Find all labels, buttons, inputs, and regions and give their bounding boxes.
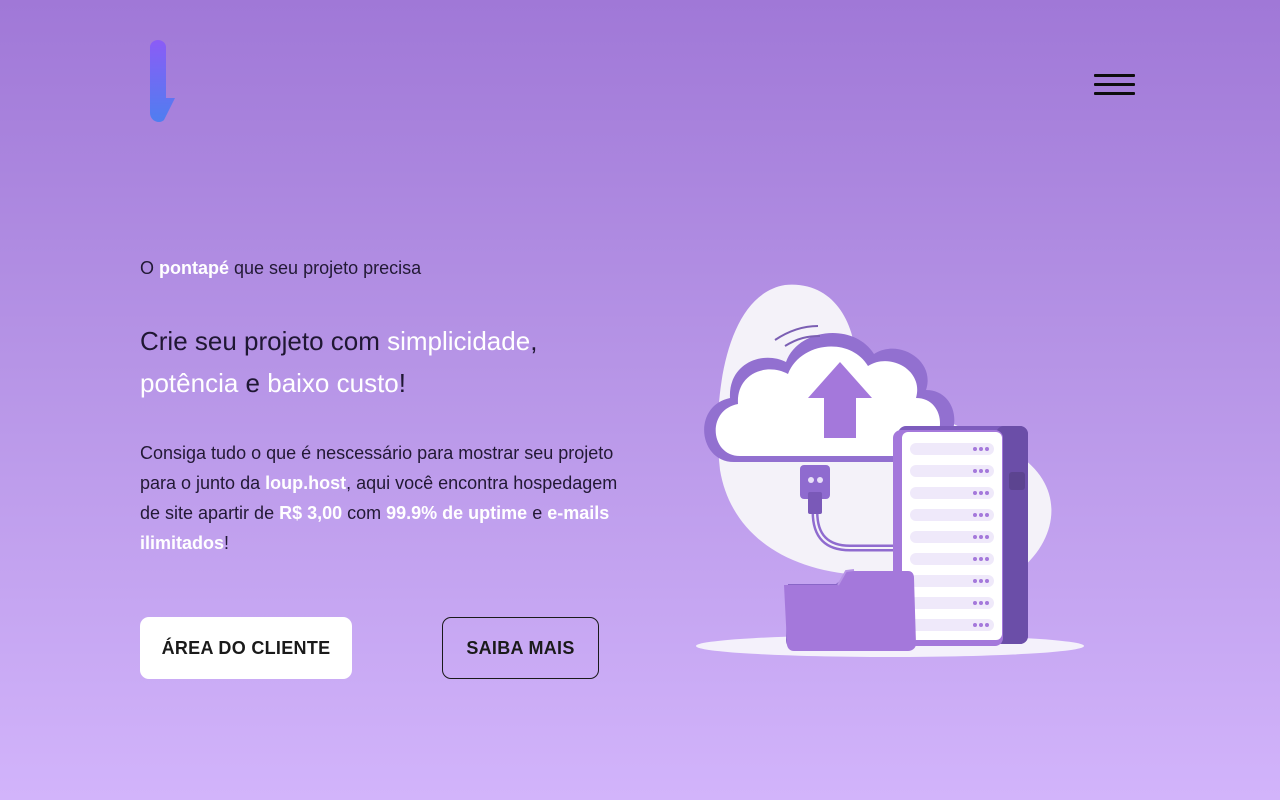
- tagline-text: que seu projeto precisa: [229, 258, 422, 278]
- hero-illustration: [690, 280, 1090, 670]
- uptime-highlight: 99.9% de uptime: [386, 503, 528, 523]
- description-text: !: [224, 533, 230, 553]
- headline-highlight: baixo custo: [267, 368, 399, 398]
- description-text: e: [527, 503, 548, 523]
- headline-text: ,: [530, 326, 538, 356]
- cloud-upload-server-illustration: [696, 284, 1084, 657]
- hero-section: O pontapé que seu projeto precisa Crie s…: [140, 250, 640, 558]
- logo[interactable]: [140, 38, 180, 124]
- menu-line: [1094, 83, 1135, 86]
- menu-line: [1094, 92, 1135, 95]
- headline-highlight: simplicidade: [387, 326, 531, 356]
- tagline-highlight: pontapé: [159, 258, 230, 278]
- client-area-button[interactable]: ÁREA DO CLIENTE: [140, 617, 352, 679]
- hamburger-menu-icon[interactable]: [1094, 74, 1136, 98]
- headline-text: !: [398, 368, 406, 398]
- hero-description: Consiga tudo o que é nescessário para mo…: [140, 438, 640, 558]
- loup-logo-icon: [150, 40, 175, 122]
- brand-highlight: loup.host: [265, 473, 347, 493]
- hero-headline: Crie seu projeto com simplicidade, potênc…: [140, 320, 640, 404]
- menu-line: [1094, 74, 1135, 77]
- headline-highlight: potência: [140, 368, 239, 398]
- learn-more-button[interactable]: SAIBA MAIS: [442, 617, 599, 679]
- description-text: com: [342, 503, 387, 523]
- headline-text: Crie seu projeto com: [140, 326, 388, 356]
- headline-text: e: [238, 368, 268, 398]
- hero-tagline: O pontapé que seu projeto precisa: [140, 250, 640, 286]
- price-highlight: R$ 3,00: [279, 503, 343, 523]
- tagline-text: O: [140, 258, 160, 278]
